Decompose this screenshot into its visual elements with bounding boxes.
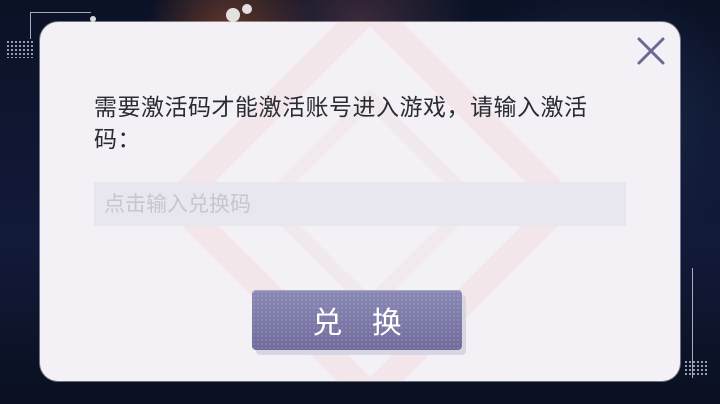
close-icon: [637, 37, 665, 65]
redeem-code-input[interactable]: [94, 182, 626, 226]
background-sparkle: [226, 8, 240, 22]
decorative-dot-grid: [6, 40, 34, 58]
game-background: 需要激活码才能激活账号进入游戏，请输入激活码： 兑 换: [0, 0, 720, 404]
activation-message: 需要激活码才能激活账号进入游戏，请输入激活码：: [94, 95, 588, 153]
close-button[interactable]: [634, 34, 668, 68]
background-sparkle: [242, 4, 252, 14]
decorative-dot-grid: [684, 360, 708, 376]
activation-dialog: 需要激活码才能激活账号进入游戏，请输入激活码： 兑 换: [40, 22, 680, 381]
redeem-button-label: 兑 换: [312, 306, 412, 341]
redeem-button[interactable]: 兑 换: [252, 290, 462, 350]
